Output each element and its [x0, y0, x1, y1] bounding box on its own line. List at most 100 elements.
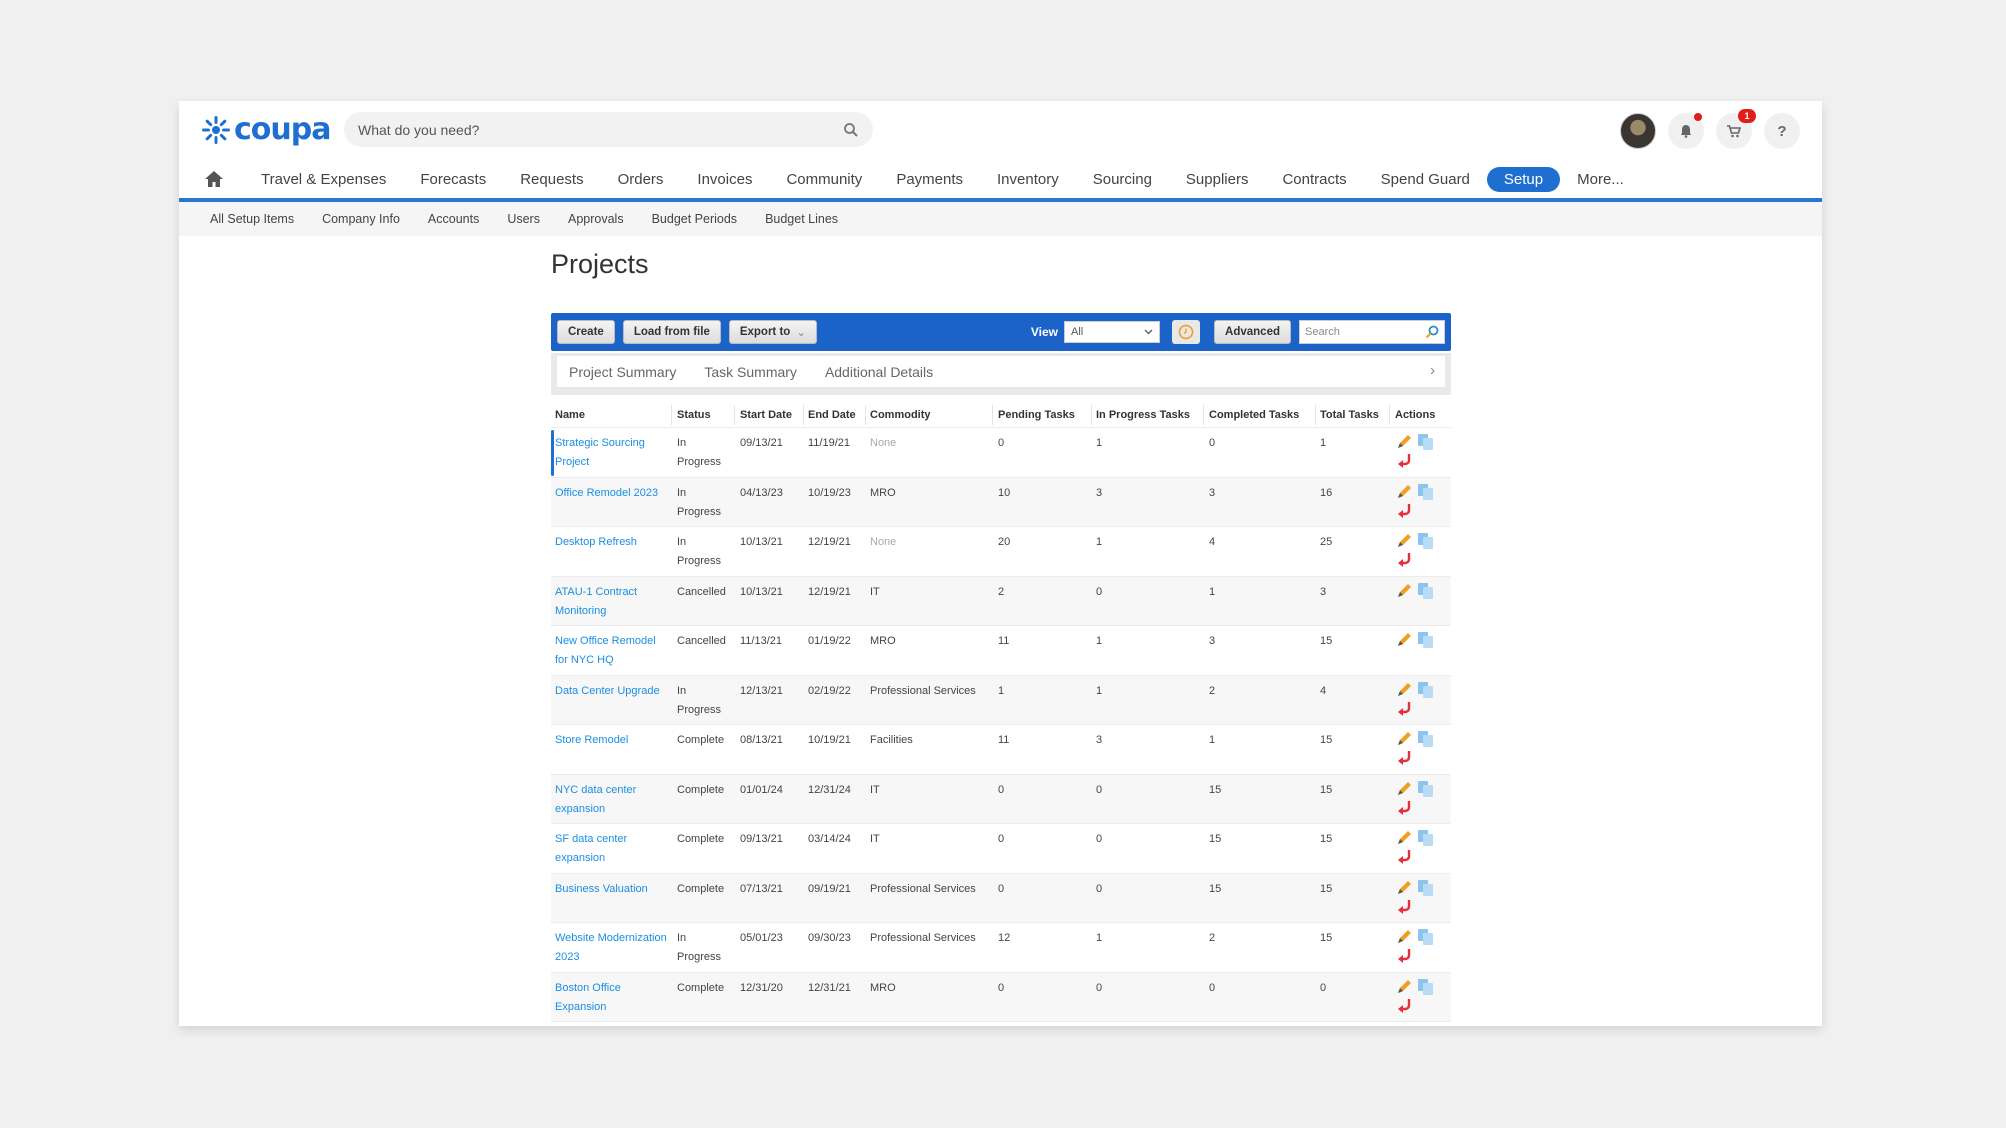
- table-row[interactable]: Desktop Refresh In Progress 10/13/21 12/…: [551, 526, 1451, 576]
- notifications-button[interactable]: [1668, 113, 1704, 149]
- edit-pencil-icon[interactable]: [1395, 483, 1413, 501]
- copy-icon[interactable]: [1417, 928, 1434, 946]
- table-row[interactable]: New Office Remodel for NYC HQ Cancelled …: [551, 625, 1451, 675]
- search-icon[interactable]: [1425, 325, 1439, 339]
- subnav-accounts[interactable]: Accounts: [428, 212, 479, 226]
- nav-inventory[interactable]: Inventory: [980, 167, 1076, 192]
- table-row[interactable]: Business Valuation Complete 07/13/21 09/…: [551, 872, 1451, 922]
- copy-icon[interactable]: [1417, 483, 1434, 501]
- search-icon[interactable]: [843, 122, 859, 138]
- table-row[interactable]: Boston Office Expansion Complete 12/31/2…: [551, 971, 1451, 1021]
- history-button[interactable]: [1172, 320, 1201, 344]
- project-name-link[interactable]: Store Remodel: [555, 731, 670, 750]
- edit-pencil-icon[interactable]: [1395, 582, 1413, 600]
- nav-forecasts[interactable]: Forecasts: [403, 167, 503, 192]
- nav-suppliers[interactable]: Suppliers: [1169, 167, 1266, 192]
- project-name-link[interactable]: ATAU-1 Contract Monitoring: [555, 583, 670, 621]
- copy-icon[interactable]: [1417, 730, 1434, 748]
- undo-arrow-icon[interactable]: [1397, 453, 1412, 469]
- project-name-link[interactable]: Website Modernization 2023: [555, 929, 670, 967]
- copy-icon[interactable]: [1417, 433, 1434, 451]
- table-row[interactable]: Store Remodel Complete 08/13/21 10/19/21…: [551, 724, 1451, 774]
- nav-invoices[interactable]: Invoices: [680, 167, 769, 192]
- table-row[interactable]: SF data center expansion Complete 09/13/…: [551, 823, 1451, 873]
- col-commodity[interactable]: Commodity: [870, 409, 931, 421]
- global-search[interactable]: [344, 112, 873, 147]
- table-row[interactable]: Strategic Sourcing Project In Progress 0…: [551, 427, 1451, 477]
- undo-arrow-icon[interactable]: [1397, 899, 1412, 915]
- edit-pencil-icon[interactable]: [1395, 829, 1413, 847]
- table-row[interactable]: Office Remodel 2023 In Progress 04/13/23…: [551, 476, 1451, 526]
- load-from-file-button[interactable]: Load from file: [622, 320, 721, 344]
- copy-icon[interactable]: [1417, 582, 1434, 600]
- edit-pencil-icon[interactable]: [1395, 681, 1413, 699]
- create-button[interactable]: Create: [557, 320, 615, 344]
- project-name-link[interactable]: SF data center expansion: [555, 830, 670, 868]
- nav-orders[interactable]: Orders: [601, 167, 681, 192]
- copy-icon[interactable]: [1417, 978, 1434, 996]
- project-name-link[interactable]: Boston Office Expansion: [555, 979, 670, 1017]
- undo-arrow-icon[interactable]: [1397, 998, 1412, 1014]
- col-name[interactable]: Name: [555, 409, 585, 421]
- nav-payments[interactable]: Payments: [879, 167, 980, 192]
- undo-arrow-icon[interactable]: [1397, 552, 1412, 568]
- edit-pencil-icon[interactable]: [1395, 433, 1413, 451]
- copy-icon[interactable]: [1417, 780, 1434, 798]
- nav-travel-expenses[interactable]: Travel & Expenses: [244, 167, 403, 192]
- undo-arrow-icon[interactable]: [1397, 849, 1412, 865]
- nav-setup[interactable]: Setup: [1486, 166, 1561, 192]
- undo-arrow-icon[interactable]: [1397, 503, 1412, 519]
- edit-pencil-icon[interactable]: [1395, 978, 1413, 996]
- table-search-input[interactable]: [1305, 326, 1425, 338]
- edit-pencil-icon[interactable]: [1395, 780, 1413, 798]
- col-start-date[interactable]: Start Date: [740, 409, 792, 421]
- undo-arrow-icon[interactable]: [1397, 750, 1412, 766]
- copy-icon[interactable]: [1417, 829, 1434, 847]
- nav-spend-guard[interactable]: Spend Guard: [1364, 167, 1487, 192]
- project-name-link[interactable]: Data Center Upgrade: [555, 682, 670, 701]
- table-search[interactable]: [1299, 320, 1445, 344]
- tab-project-summary[interactable]: Project Summary: [569, 364, 676, 380]
- nav-sourcing[interactable]: Sourcing: [1076, 167, 1169, 192]
- table-row[interactable]: Accounting System In Progress 12/01/20 0…: [551, 1021, 1451, 1026]
- export-to-button[interactable]: Export to ⌄: [728, 320, 817, 344]
- project-name-link[interactable]: Strategic Sourcing Project: [555, 434, 670, 472]
- edit-pencil-icon[interactable]: [1395, 730, 1413, 748]
- col-pending-tasks[interactable]: Pending Tasks: [998, 409, 1075, 421]
- subnav-budget-lines[interactable]: Budget Lines: [765, 212, 838, 226]
- home-icon[interactable]: [204, 169, 224, 189]
- help-button[interactable]: ?: [1764, 113, 1800, 149]
- nav-requests[interactable]: Requests: [503, 167, 600, 192]
- cart-button[interactable]: 1: [1716, 109, 1756, 149]
- edit-pencil-icon[interactable]: [1395, 532, 1413, 550]
- coupa-logo[interactable]: coupa: [200, 113, 331, 147]
- subnav-all-setup-items[interactable]: All Setup Items: [210, 212, 294, 226]
- project-name-link[interactable]: Office Remodel 2023: [555, 484, 670, 503]
- tab-additional-details[interactable]: Additional Details: [825, 364, 933, 380]
- undo-arrow-icon[interactable]: [1397, 800, 1412, 816]
- table-row[interactable]: NYC data center expansion Complete 01/01…: [551, 773, 1451, 823]
- edit-pencil-icon[interactable]: [1395, 631, 1413, 649]
- project-name-link[interactable]: Business Valuation: [555, 880, 670, 899]
- project-name-link[interactable]: Desktop Refresh: [555, 533, 670, 552]
- edit-pencil-icon[interactable]: [1395, 879, 1413, 897]
- copy-icon[interactable]: [1417, 631, 1434, 649]
- project-name-link[interactable]: New Office Remodel for NYC HQ: [555, 632, 670, 670]
- col-status[interactable]: Status: [677, 409, 711, 421]
- view-select[interactable]: All: [1064, 321, 1161, 343]
- table-row[interactable]: Website Modernization 2023 In Progress 0…: [551, 922, 1451, 972]
- undo-arrow-icon[interactable]: [1397, 701, 1412, 717]
- table-row[interactable]: Data Center Upgrade In Progress 12/13/21…: [551, 674, 1451, 724]
- tab-task-summary[interactable]: Task Summary: [704, 364, 797, 380]
- col-in-progress-tasks[interactable]: In Progress Tasks: [1096, 409, 1190, 421]
- user-avatar[interactable]: [1620, 113, 1656, 149]
- subnav-company-info[interactable]: Company Info: [322, 212, 400, 226]
- table-row[interactable]: ATAU-1 Contract Monitoring Cancelled 10/…: [551, 575, 1451, 625]
- copy-icon[interactable]: [1417, 532, 1434, 550]
- copy-icon[interactable]: [1417, 879, 1434, 897]
- nav-more[interactable]: More...: [1560, 167, 1641, 192]
- copy-icon[interactable]: [1417, 681, 1434, 699]
- global-search-input[interactable]: [358, 121, 843, 138]
- subnav-approvals[interactable]: Approvals: [568, 212, 624, 226]
- col-completed-tasks[interactable]: Completed Tasks: [1209, 409, 1299, 421]
